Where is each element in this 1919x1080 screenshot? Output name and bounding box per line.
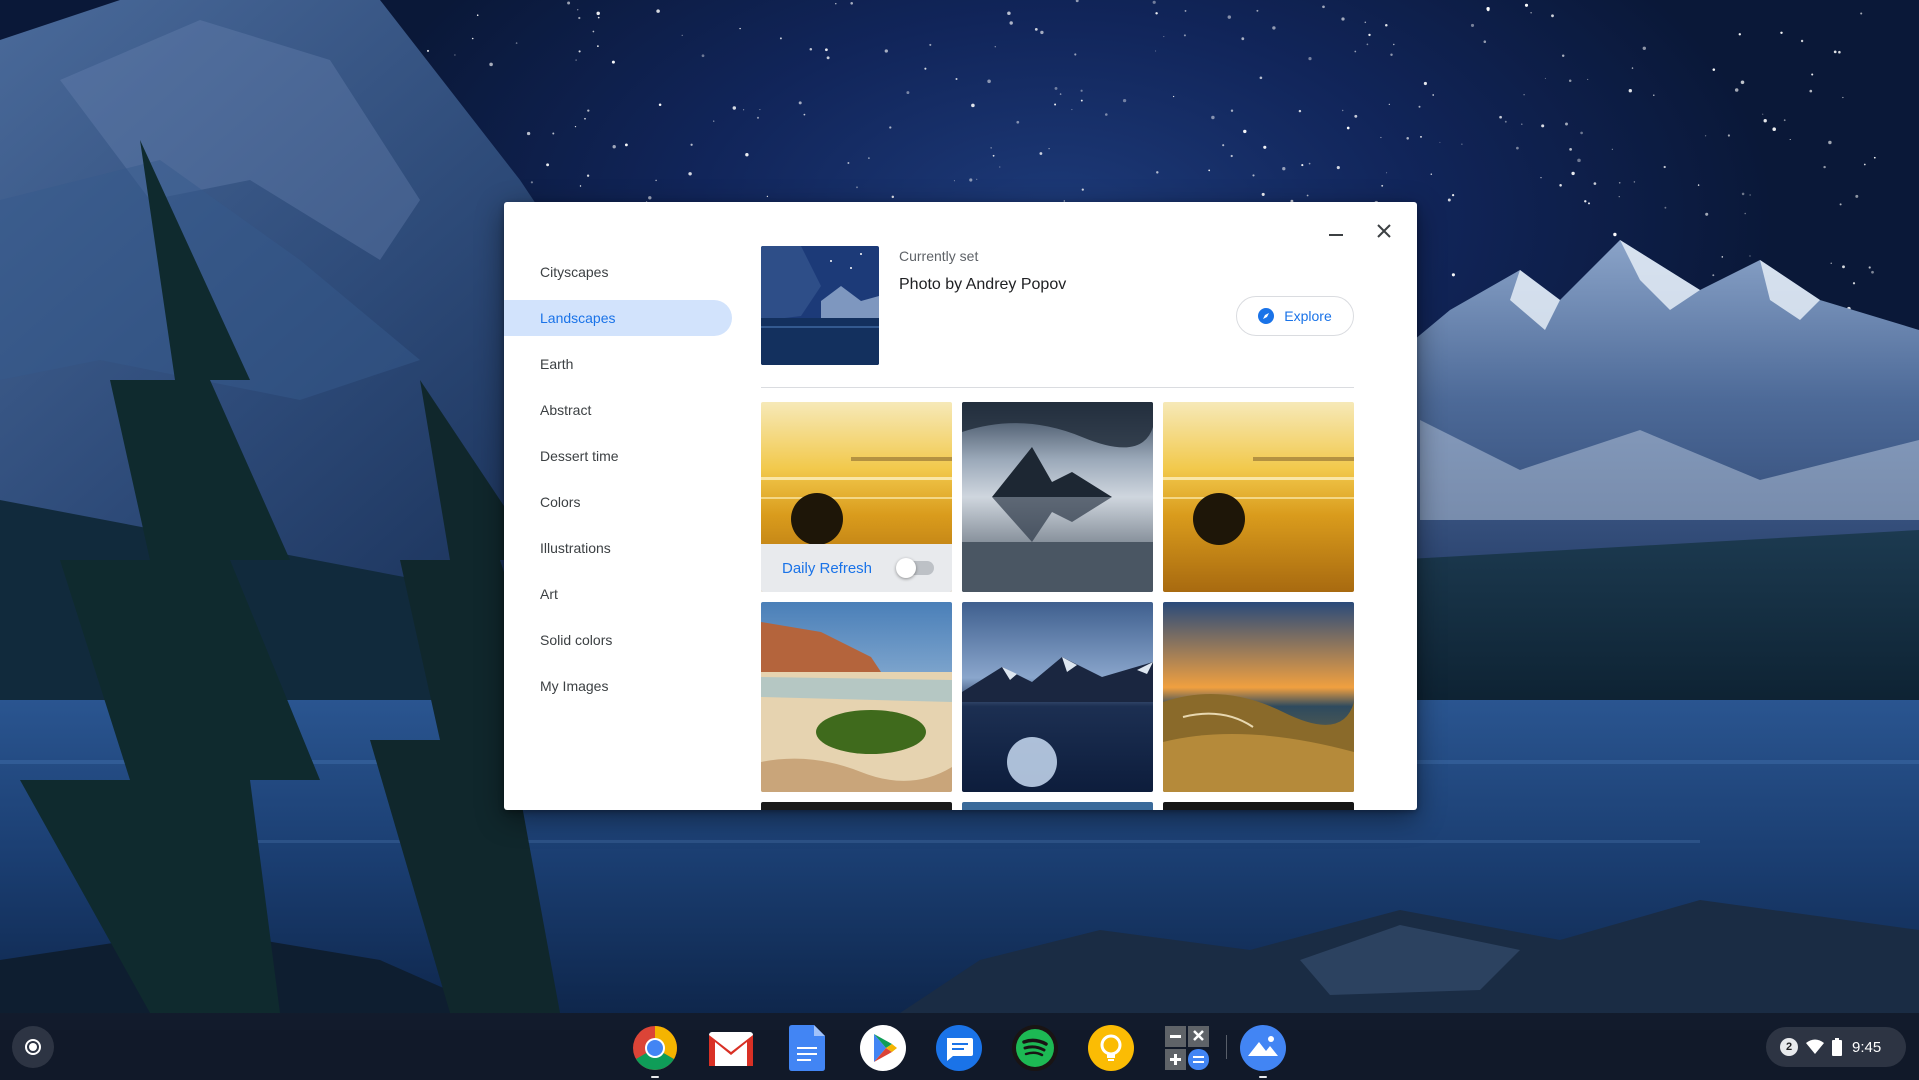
wallpaper-dark-tile[interactable]: [761, 802, 952, 810]
daily-refresh-toggle[interactable]: [896, 558, 934, 578]
sidebar-item-abstract[interactable]: Abstract: [504, 392, 732, 428]
notification-count-badge: 2: [1780, 1038, 1798, 1056]
shelf-app-play-store[interactable]: [858, 1023, 908, 1073]
running-indicator: [1259, 1076, 1267, 1078]
sidebar-item-cityscapes[interactable]: Cityscapes: [504, 254, 732, 290]
close-button[interactable]: [1369, 216, 1399, 246]
wallpaper-golden-beach-orb[interactable]: Daily Refresh: [761, 402, 952, 592]
wallpaper-blue-lake-mountains[interactable]: [962, 602, 1153, 792]
daily-refresh-bar: Daily Refresh: [761, 544, 952, 592]
sidebar-item-art[interactable]: Art: [504, 576, 732, 612]
wallpaper-blue-tile[interactable]: [962, 802, 1153, 810]
shelf-app-spotify[interactable]: [1010, 1023, 1060, 1073]
wallpaper-dark-tile-2[interactable]: [1163, 802, 1354, 810]
sidebar-item-my-images[interactable]: My Images: [504, 668, 732, 704]
compass-icon: [1258, 308, 1275, 324]
battery-icon: [1832, 1038, 1842, 1056]
spotify-icon: [1012, 1025, 1058, 1071]
wallpaper-app-icon: [1240, 1025, 1286, 1071]
sidebar-item-colors[interactable]: Colors: [504, 484, 732, 520]
clock: 9:45: [1852, 1038, 1882, 1056]
keep-icon: [1088, 1025, 1134, 1071]
wifi-icon: [1806, 1039, 1824, 1054]
sidebar-item-landscapes[interactable]: Landscapes: [504, 300, 732, 336]
shelf-app-calculator[interactable]: [1162, 1023, 1212, 1073]
wallpaper-mossy-rock-beach[interactable]: [761, 602, 952, 792]
window-controls: [1321, 216, 1399, 246]
current-wallpaper-thumbnail: [761, 246, 879, 365]
docs-icon: [789, 1025, 825, 1071]
close-icon: [1377, 224, 1391, 238]
shelf-app-keep[interactable]: [1086, 1023, 1136, 1073]
daily-refresh-label: Daily Refresh: [782, 559, 873, 577]
minimize-button[interactable]: [1321, 216, 1351, 246]
shelf-app-messages[interactable]: [934, 1023, 984, 1073]
wallpaper-picker-window: Cityscapes Landscapes Earth Abstract Des…: [504, 202, 1417, 810]
wallpaper-misty-fjord[interactable]: [962, 402, 1153, 592]
wallpaper-golden-beach-orb-2[interactable]: [1163, 402, 1354, 592]
messages-icon: [936, 1025, 982, 1071]
sidebar-item-earth[interactable]: Earth: [504, 346, 732, 382]
current-wallpaper-section: Currently set Photo by Andrey Popov Expl…: [761, 246, 1354, 388]
wallpaper-grid: Daily Refresh: [761, 402, 1354, 810]
current-wallpaper-title: Photo by Andrey Popov: [899, 276, 1067, 293]
sidebar-item-solid-colors[interactable]: Solid colors: [504, 622, 732, 658]
minimize-icon: [1329, 234, 1343, 236]
play-store-icon: [860, 1025, 906, 1071]
category-sidebar: Cityscapes Landscapes Earth Abstract Des…: [504, 254, 732, 714]
wallpaper-sunset-hills[interactable]: [1163, 602, 1354, 792]
shelf-app-gmail[interactable]: [706, 1023, 756, 1073]
calculator-icon: [1165, 1026, 1209, 1070]
running-indicator: [651, 1076, 659, 1078]
shelf: 2 9:45: [0, 1013, 1919, 1080]
sidebar-item-dessert-time[interactable]: Dessert time: [504, 438, 732, 474]
currently-set-label: Currently set: [899, 248, 979, 264]
toggle-knob: [896, 558, 916, 578]
shelf-app-chrome[interactable]: [630, 1023, 680, 1078]
launcher-icon: [25, 1039, 41, 1055]
chrome-icon: [633, 1026, 677, 1070]
shelf-app-docs[interactable]: [782, 1023, 832, 1073]
explore-button[interactable]: Explore: [1236, 296, 1354, 336]
explore-label: Explore: [1284, 308, 1332, 324]
gmail-icon: [709, 1032, 753, 1066]
launcher-button[interactable]: [12, 1026, 54, 1068]
shelf-divider: [1226, 1035, 1227, 1059]
status-tray[interactable]: 2 9:45: [1766, 1027, 1906, 1067]
sidebar-item-illustrations[interactable]: Illustrations: [504, 530, 732, 566]
shelf-app-wallpaper-picker[interactable]: [1238, 1023, 1288, 1078]
